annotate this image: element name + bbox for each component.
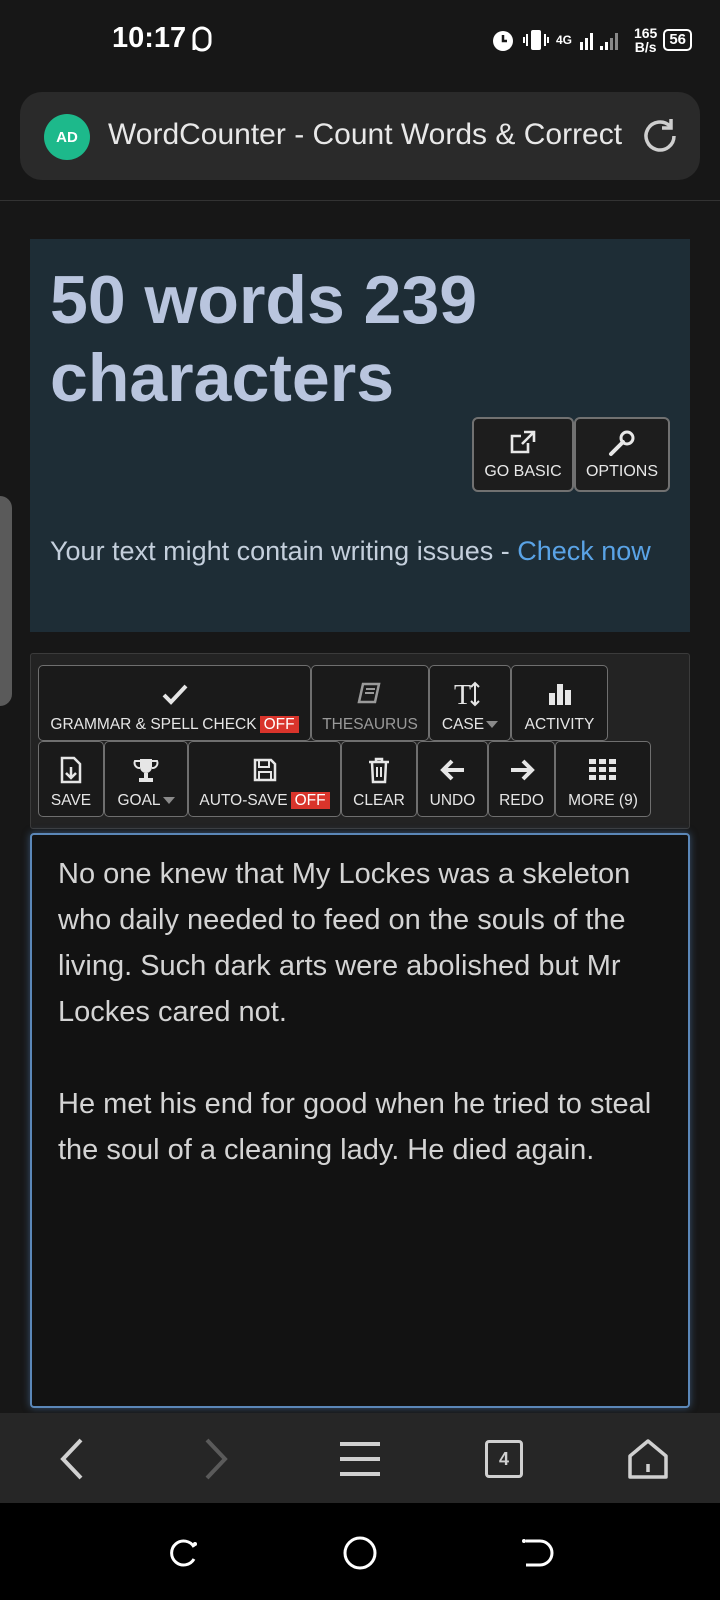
sync-status-icon (192, 26, 212, 52)
svg-text:T: T (454, 680, 471, 709)
alarm-icon (492, 31, 513, 51)
trophy-icon (105, 751, 187, 789)
options-button[interactable]: OPTIONS (574, 417, 670, 492)
trash-icon (342, 751, 416, 789)
editor-toolbar: GRAMMAR & SPELL CHECK OFF THESAURUS T CAS… (30, 653, 690, 829)
grammar-spell-check-button[interactable]: GRAMMAR & SPELL CHECK OFF (38, 665, 311, 741)
home-button[interactable] (624, 1435, 672, 1483)
dropdown-caret-icon (162, 797, 175, 805)
status-indicators: 4G 165 B/s 56 (490, 22, 692, 58)
count-summary-panel: 50 words 239 characters GO BASIC OPTIONS… (30, 239, 690, 632)
menu-button[interactable] (336, 1435, 384, 1483)
vibrate-icon (522, 30, 549, 50)
battery-icon: 56 (663, 29, 692, 51)
home-icon (628, 1439, 668, 1479)
auto-save-status-badge: OFF (290, 792, 330, 809)
back-gesture-icon[interactable] (516, 1533, 556, 1573)
grid-icon (556, 751, 650, 789)
checkmark-icon (39, 675, 310, 713)
browser-bottom-nav: 4 (0, 1413, 720, 1503)
network-type-icon: 4G (555, 33, 572, 47)
chevron-right-icon (205, 1438, 228, 1480)
forward-button[interactable] (192, 1435, 240, 1483)
auto-save-button[interactable]: AUTO-SAVE OFF (188, 741, 341, 817)
tab-count-icon: 4 (485, 1440, 523, 1478)
address-bar-divider (0, 200, 720, 201)
address-bar[interactable]: AD WordCounter - Count Words & Correct (20, 92, 700, 180)
editor-paragraph: No one knew that My Lockes was a skeleto… (58, 858, 631, 1028)
writing-issues-notice: Your text might contain writing issues -… (50, 536, 651, 566)
thesaurus-button[interactable]: THESAURUS (311, 665, 429, 741)
page-title[interactable]: WordCounter - Count Words & Correct (108, 118, 626, 152)
hamburger-menu-icon (340, 1442, 380, 1476)
save-button[interactable]: SAVE (38, 741, 104, 817)
recent-apps-icon[interactable] (164, 1533, 204, 1573)
editor-paragraph: He met his end for good when he tried to… (58, 1088, 652, 1166)
status-bar: 10:17 4G 165 B/s 56 (0, 0, 720, 80)
book-icon (312, 675, 428, 713)
chevron-left-icon (60, 1438, 83, 1480)
wrench-icon (609, 430, 635, 456)
reload-icon[interactable] (638, 114, 682, 158)
redo-button[interactable]: REDO (488, 741, 555, 817)
bar-chart-icon (512, 675, 607, 713)
grammar-status-badge: OFF (259, 716, 299, 733)
clear-button[interactable]: CLEAR (341, 741, 417, 817)
ad-block-badge-icon[interactable]: AD (44, 114, 90, 160)
text-editor[interactable]: No one knew that My Lockes was a skeleto… (30, 833, 690, 1408)
floppy-disk-icon (189, 751, 340, 789)
goal-button[interactable]: GOAL (104, 741, 188, 817)
back-button[interactable] (48, 1435, 96, 1483)
text-case-icon: T (430, 675, 510, 713)
go-basic-button[interactable]: GO BASIC (472, 417, 574, 492)
more-button[interactable]: MORE (9) (555, 741, 651, 817)
download-file-icon (39, 751, 103, 789)
activity-button[interactable]: ACTIVITY (511, 665, 608, 741)
word-character-count: 50 words 239 characters (50, 262, 478, 416)
case-button[interactable]: T CASE (429, 665, 511, 741)
dropdown-caret-icon (486, 721, 499, 729)
external-link-icon (510, 430, 536, 454)
arrow-right-icon (489, 751, 554, 789)
clock: 10:17 (112, 22, 187, 54)
network-speed: 165 B/s (633, 25, 658, 55)
arrow-left-icon (418, 751, 487, 789)
undo-button[interactable]: UNDO (417, 741, 488, 817)
check-now-link[interactable]: Check now (517, 536, 651, 566)
home-circle-icon[interactable] (340, 1533, 380, 1573)
tabs-button[interactable]: 4 (480, 1435, 528, 1483)
editor-content[interactable]: No one knew that My Lockes was a skeleto… (58, 851, 668, 1219)
system-navigation-bar (0, 1503, 720, 1600)
edge-panel-handle[interactable] (0, 496, 12, 706)
signal-strength-icon (579, 33, 618, 50)
